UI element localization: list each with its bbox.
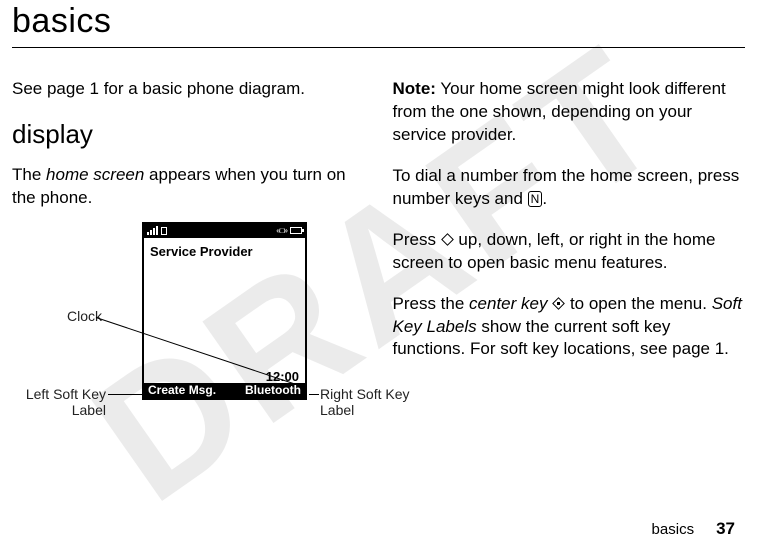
soft-key-bar: Create Msg. Bluetooth (144, 383, 305, 398)
home-screen-term: home screen (46, 165, 144, 184)
page-footer: basics 37 (652, 519, 735, 539)
note-label: Note: (393, 79, 436, 98)
text-fragment: to open the menu. (565, 294, 712, 313)
nav-paragraph: Press up, down, left, or right in the ho… (393, 229, 746, 275)
center-key-icon (552, 297, 565, 310)
two-column-layout: See page 1 for a basic phone diagram. di… (12, 78, 745, 452)
page-content: basics See page 1 for a basic phone diag… (0, 0, 757, 452)
ringer-icon: «□» (276, 226, 287, 235)
intro-paragraph: See page 1 for a basic phone diagram. (12, 78, 365, 101)
nav-key-icon (441, 233, 454, 246)
text-line: Label (320, 402, 354, 418)
battery-icon (290, 227, 302, 234)
display-heading: display (12, 119, 365, 150)
dial-paragraph: To dial a number from the home screen, p… (393, 165, 746, 211)
callout-right-softkey: Right Soft Key Label (320, 386, 420, 418)
status-left-icons (147, 226, 167, 235)
centerkey-paragraph: Press the center key to open the menu. S… (393, 293, 746, 362)
gprs-icon (161, 227, 167, 235)
page-title: basics (12, 0, 745, 41)
phone-screen: «□» Service Provider 12:00 Create Msg. B… (142, 222, 307, 400)
left-soft-key: Create Msg. (148, 383, 216, 397)
text-line: Right Soft Key (320, 386, 410, 402)
right-soft-key: Bluetooth (245, 383, 301, 397)
send-key-icon: N (528, 191, 543, 207)
text-fragment: Press (393, 230, 441, 249)
text-fragment: To dial a number from the home screen, p… (393, 166, 740, 208)
callout-left-softkey: Left Soft Key Label (18, 386, 106, 418)
note-paragraph: Note: Your home screen might look differ… (393, 78, 746, 147)
text-line: Left Soft Key (26, 386, 106, 402)
homescreen-paragraph: The home screen appears when you turn on… (12, 164, 365, 210)
service-provider-label: Service Provider (144, 238, 305, 259)
text-fragment: . (542, 189, 547, 208)
center-key-term: center key (469, 294, 547, 313)
text-fragment: The (12, 165, 46, 184)
callout-clock: Clock (52, 308, 102, 324)
text-line: Label (72, 402, 106, 418)
phone-figure: «□» Service Provider 12:00 Create Msg. B… (12, 222, 365, 452)
status-right-icons: «□» (276, 226, 302, 235)
right-column: Note: Your home screen might look differ… (393, 78, 746, 452)
left-column: See page 1 for a basic phone diagram. di… (12, 78, 365, 452)
title-rule (12, 47, 745, 48)
footer-section: basics (652, 521, 695, 538)
signal-icon (147, 226, 158, 235)
callout-line-left (108, 394, 142, 395)
text-fragment: Your home screen might look different fr… (393, 79, 726, 144)
footer-page-number: 37 (716, 519, 735, 538)
text-fragment: Press the (393, 294, 470, 313)
callout-line-right (309, 394, 319, 395)
status-bar: «□» (144, 224, 305, 238)
